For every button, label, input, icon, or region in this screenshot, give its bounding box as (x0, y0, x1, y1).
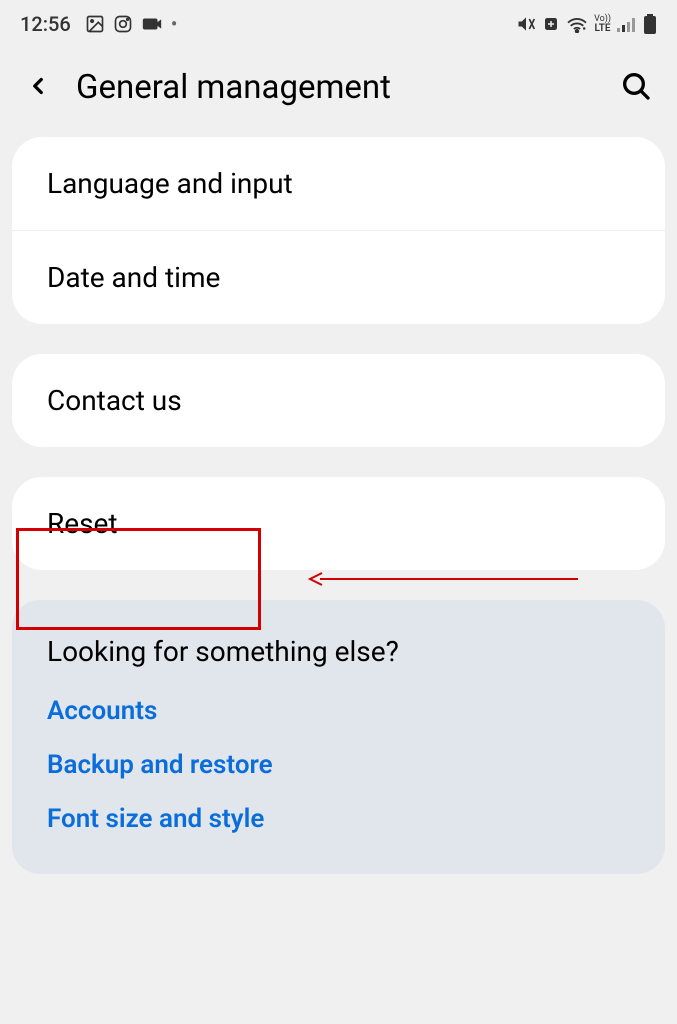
settings-section-3: Reset (12, 477, 665, 570)
contact-us-item[interactable]: Contact us (12, 354, 665, 447)
suggestion-link-backup[interactable]: Backup and restore (47, 750, 630, 780)
item-label: Language and input (47, 167, 293, 200)
signal-icon (617, 16, 637, 32)
settings-section-2: Contact us (12, 354, 665, 447)
annotation-arrow (308, 571, 578, 585)
page-title: General management (76, 68, 620, 107)
volte-icon: Vo)) LTE (594, 15, 611, 33)
wifi-icon (566, 15, 588, 33)
suggestions-section: Looking for something else? Accounts Bac… (12, 600, 665, 874)
dot-icon: • (171, 12, 178, 36)
status-bar-right: Vo)) LTE (516, 14, 657, 34)
language-and-input-item[interactable]: Language and input (12, 137, 665, 231)
suggestion-link-font[interactable]: Font size and style (47, 804, 630, 834)
date-and-time-item[interactable]: Date and time (12, 231, 665, 324)
status-time: 12:56 (20, 12, 71, 36)
reset-item[interactable]: Reset (12, 477, 665, 570)
item-label: Reset (47, 507, 118, 540)
search-button[interactable] (620, 70, 652, 106)
settings-section-1: Language and input Date and time (12, 137, 665, 324)
item-label: Date and time (47, 261, 220, 294)
back-button[interactable] (25, 73, 51, 103)
item-label: Contact us (47, 384, 182, 417)
status-bar: 12:56 • (0, 0, 677, 48)
camera-icon (141, 14, 163, 34)
page-header: General management (0, 48, 677, 137)
data-saver-icon (542, 15, 560, 33)
battery-icon (643, 14, 657, 34)
suggestions-title: Looking for something else? (47, 635, 630, 668)
suggestion-link-accounts[interactable]: Accounts (47, 696, 630, 726)
status-bar-left: 12:56 • (20, 12, 178, 36)
instagram-icon (113, 14, 133, 34)
image-icon (85, 14, 105, 34)
mute-icon (516, 14, 536, 34)
